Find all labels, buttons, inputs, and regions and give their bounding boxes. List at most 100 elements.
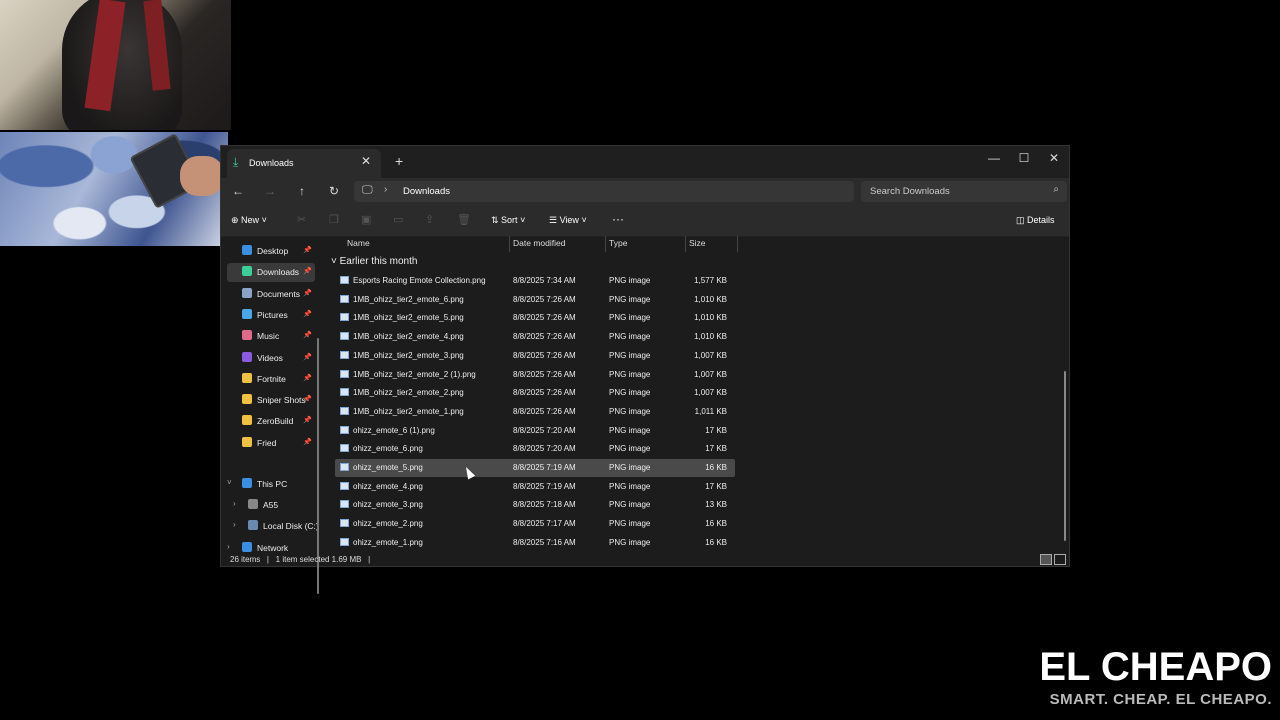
selection-info: 1 item selected 1.69 MB xyxy=(275,555,362,564)
file-date: 8/8/2025 7:18 AM xyxy=(513,500,576,510)
file-date: 8/8/2025 7:19 AM xyxy=(513,481,576,491)
back-button[interactable]: ← xyxy=(229,184,247,198)
table-row[interactable]: ohizz_emote_6 (1).png 8/8/2025 7:20 AM PNG… xyxy=(335,422,735,440)
table-row[interactable]: 1MB_ohizz_tier2_emote_1.png 8/8/2025 7:26… xyxy=(335,403,735,421)
status-separator: | xyxy=(368,555,371,564)
table-row[interactable]: ohizz_emote_5.png 8/8/2025 7:19 AM PNG ima… xyxy=(335,459,735,477)
sidebar-item-downloads[interactable]: Downloads 📌 xyxy=(227,263,315,283)
paste-icon[interactable]: ▣ xyxy=(361,213,371,226)
maximize-button[interactable]: ☐ xyxy=(1011,151,1037,171)
column-header-size[interactable]: Size xyxy=(689,238,706,248)
sidebar-item-zerobuild[interactable]: ZeroBuild 📌 xyxy=(227,412,315,431)
chevron-right-icon[interactable]: › xyxy=(233,499,236,508)
sidebar-item-label: Videos xyxy=(257,352,283,363)
pin-icon: 📌 xyxy=(303,353,312,361)
table-row[interactable]: 1MB_ohizz_tier2_emote_3.png 8/8/2025 7:26… xyxy=(335,347,735,365)
table-row[interactable]: 1MB_ohizz_tier2_emote_4.png 8/8/2025 7:26… xyxy=(335,328,735,346)
minimize-button[interactable]: — xyxy=(981,151,1007,171)
table-row[interactable]: ohizz_emote_2.png 8/8/2025 7:17 AM PNG ima… xyxy=(335,515,735,533)
file-date: 8/8/2025 7:19 AM xyxy=(513,463,576,472)
vertical-scrollbar[interactable] xyxy=(1064,371,1066,541)
table-row[interactable]: 1MB_ohizz_tier2_emote_5.png 8/8/2025 7:26… xyxy=(335,309,735,327)
breadcrumb[interactable]: Downloads xyxy=(403,186,450,197)
column-divider[interactable] xyxy=(685,236,686,252)
table-row[interactable]: ohizz_emote_1.png 8/8/2025 7:16 AM PNG ima… xyxy=(335,534,735,552)
forward-button[interactable]: → xyxy=(261,184,279,198)
close-button[interactable]: ✕ xyxy=(1041,151,1067,171)
chevron-right-icon[interactable]: › xyxy=(227,542,230,551)
sidebar-item-fortnite[interactable]: Fortnite 📌 xyxy=(227,370,315,389)
group-header[interactable]: ˅ Earlier this month xyxy=(331,256,417,267)
table-row[interactable]: 1MB_ohizz_tier2_emote_2.png 8/8/2025 7:26… xyxy=(335,384,735,402)
brand-watermark: EL CHEAPO SMART. CHEAP. EL CHEAPO. xyxy=(1039,646,1272,708)
file-type: PNG image xyxy=(609,500,651,510)
image-file-icon xyxy=(340,294,349,303)
column-divider[interactable] xyxy=(737,236,738,252)
image-file-icon xyxy=(340,463,349,471)
refresh-button[interactable]: ↻ xyxy=(325,184,343,198)
table-row[interactable]: Esports Racing Emote Collection.png 8/8/2… xyxy=(335,272,735,290)
monitor-icon: 🖵 xyxy=(362,184,373,196)
up-button[interactable]: ↑ xyxy=(293,184,311,198)
file-size: 1,011 KB xyxy=(694,406,727,416)
tab-downloads[interactable]: ⤓ Downloads ✕ xyxy=(227,149,381,178)
rename-icon[interactable]: ▭ xyxy=(393,213,403,226)
table-row[interactable]: ohizz_emote_6.png 8/8/2025 7:20 AM PNG ima… xyxy=(335,440,735,458)
sidebar-item-pictures[interactable]: Pictures 📌 xyxy=(227,306,315,325)
sidebar-item-videos[interactable]: Videos 📌 xyxy=(227,349,315,368)
sidebar-item-label: Fried xyxy=(257,437,277,448)
file-type: PNG image xyxy=(609,276,651,285)
chevron-right-icon[interactable]: › xyxy=(384,184,387,195)
file-size: 17 KB xyxy=(705,425,727,435)
webcam-hands xyxy=(0,132,228,246)
sidebar-item-music[interactable]: Music 📌 xyxy=(227,327,315,346)
new-label: New xyxy=(241,215,260,225)
address-bar[interactable]: 🖵 › Downloads xyxy=(354,181,854,202)
table-row[interactable]: ohizz_emote_4.png 8/8/2025 7:19 AM PNG ima… xyxy=(335,478,735,496)
column-header-type[interactable]: Type xyxy=(609,238,627,248)
table-row[interactable]: ohizz_emote_3.png 8/8/2025 7:18 AM PNG ima… xyxy=(335,496,735,514)
details-button[interactable]: ◫ Details xyxy=(1016,215,1055,226)
table-row[interactable]: 1MB_ohizz_tier2_emote_2 (1).png 8/8/2025 … xyxy=(335,366,735,384)
new-button[interactable]: ⊕ New ˅ xyxy=(231,215,267,226)
column-header-date[interactable]: Date modified xyxy=(513,238,565,248)
sidebar-item-label: Network xyxy=(257,543,289,553)
pin-icon: 📌 xyxy=(303,247,312,254)
image-file-icon xyxy=(340,313,349,322)
delete-icon[interactable]: 🗑 xyxy=(457,213,471,226)
chevron-down-icon[interactable]: ˅ xyxy=(227,478,232,487)
folder-icon xyxy=(242,287,252,298)
chevron-right-icon[interactable]: › xyxy=(233,520,236,529)
sidebar-item-desktop[interactable]: Desktop 📌 xyxy=(227,242,315,261)
sidebar-item-drive[interactable]: › A55 xyxy=(233,496,321,515)
tab-close-icon[interactable]: ✕ xyxy=(361,154,371,168)
pin-icon: 📌 xyxy=(303,396,312,404)
file-type: PNG image xyxy=(609,481,651,491)
sidebar-item-documents[interactable]: Documents 📌 xyxy=(227,285,315,304)
file-name: Esports Racing Emote Collection.png xyxy=(353,276,486,285)
sidebar-item-this-pc[interactable]: ˅ This PC xyxy=(227,475,315,494)
file-size: 17 KB xyxy=(705,481,727,491)
sort-button[interactable]: ⇅ Sort ˅ xyxy=(491,215,525,226)
cut-icon[interactable]: ✂ xyxy=(297,213,306,226)
copy-icon[interactable]: ❐ xyxy=(329,213,339,226)
sidebar-item-label: Pictures xyxy=(257,309,288,320)
more-options-button[interactable]: ··· xyxy=(612,212,624,226)
folder-icon xyxy=(242,372,252,383)
column-header-name[interactable]: Name xyxy=(347,238,370,248)
file-type: PNG image xyxy=(609,350,651,360)
table-row[interactable]: 1MB_ohizz_tier2_emote_6.png 8/8/2025 7:26… xyxy=(335,291,735,309)
sidebar-item-sniper-shots[interactable]: Sniper Shots 📌 xyxy=(227,391,315,410)
column-divider[interactable] xyxy=(605,236,606,252)
share-icon[interactable]: ⇪ xyxy=(425,213,434,226)
sidebar-item-fried[interactable]: Fried 📌 xyxy=(227,434,315,453)
image-file-icon xyxy=(340,481,349,490)
image-file-icon xyxy=(340,388,349,397)
search-input[interactable]: Search Downloads ⌕ xyxy=(861,181,1067,202)
details-view-button[interactable] xyxy=(1040,554,1052,565)
new-tab-button[interactable]: + xyxy=(395,153,403,169)
column-divider[interactable] xyxy=(509,236,510,252)
tiles-view-button[interactable] xyxy=(1054,554,1066,565)
sidebar-item-drive[interactable]: › Local Disk (C:) xyxy=(233,517,321,536)
view-button[interactable]: ☰ View ˅ xyxy=(549,215,587,226)
